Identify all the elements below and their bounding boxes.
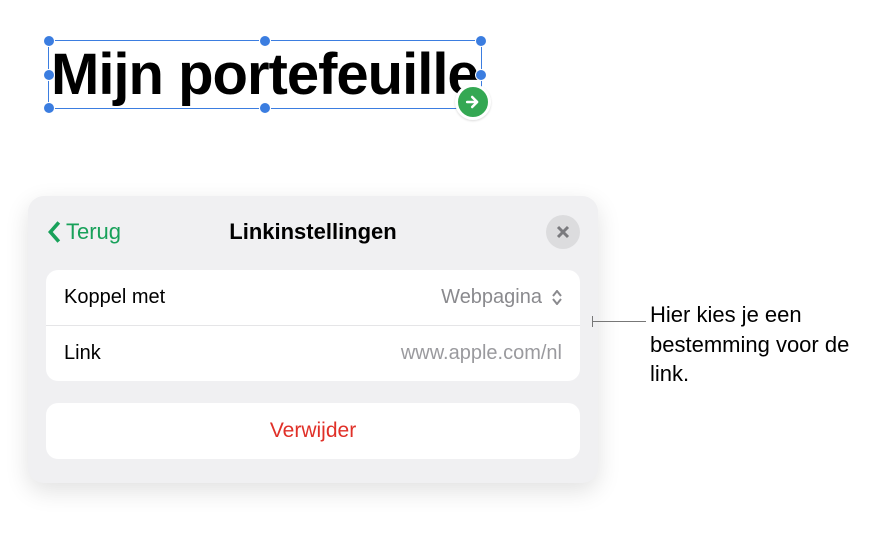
link-settings-popover: Terug Linkinstellingen Koppel met Webpag… (28, 196, 598, 483)
select-arrows-icon (552, 290, 562, 305)
back-button[interactable]: Terug (46, 219, 121, 245)
annotation-text: Hier kies je een bestemming voor de link… (650, 300, 860, 389)
delete-button[interactable]: Verwijder (46, 403, 580, 459)
resize-handle-bottom-center[interactable] (259, 102, 271, 114)
popover-header: Terug Linkinstellingen (46, 214, 580, 250)
link-url-label: Link (64, 342, 101, 365)
resize-handle-mid-left[interactable] (43, 69, 55, 81)
link-to-label: Koppel met (64, 286, 165, 309)
popover-title: Linkinstellingen (229, 219, 396, 245)
link-url-value[interactable]: www.apple.com/nl (401, 342, 562, 365)
title-text[interactable]: Mijn portefeuille (49, 42, 481, 107)
resize-handle-bottom-left[interactable] (43, 102, 55, 114)
delete-label: Verwijder (270, 419, 356, 442)
selected-text-object[interactable]: Mijn portefeuille (48, 40, 482, 109)
close-icon (556, 225, 570, 239)
link-url-row[interactable]: Link www.apple.com/nl (46, 325, 580, 381)
annotation-pointer (592, 321, 646, 322)
canvas-area: Mijn portefeuille (0, 0, 615, 129)
link-to-value[interactable]: Webpagina (441, 286, 562, 309)
resize-handle-top-left[interactable] (43, 35, 55, 47)
resize-handle-top-center[interactable] (259, 35, 271, 47)
link-form-card: Koppel met Webpagina Link www.apple.com/… (46, 270, 580, 381)
resize-handle-top-right[interactable] (475, 35, 487, 47)
back-label: Terug (66, 219, 121, 245)
link-to-value-text: Webpagina (441, 286, 542, 309)
link-to-row[interactable]: Koppel met Webpagina (46, 270, 580, 325)
close-button[interactable] (546, 215, 580, 249)
chevron-left-icon (46, 220, 62, 244)
link-badge-icon[interactable] (455, 84, 491, 120)
resize-handle-mid-right[interactable] (475, 69, 487, 81)
